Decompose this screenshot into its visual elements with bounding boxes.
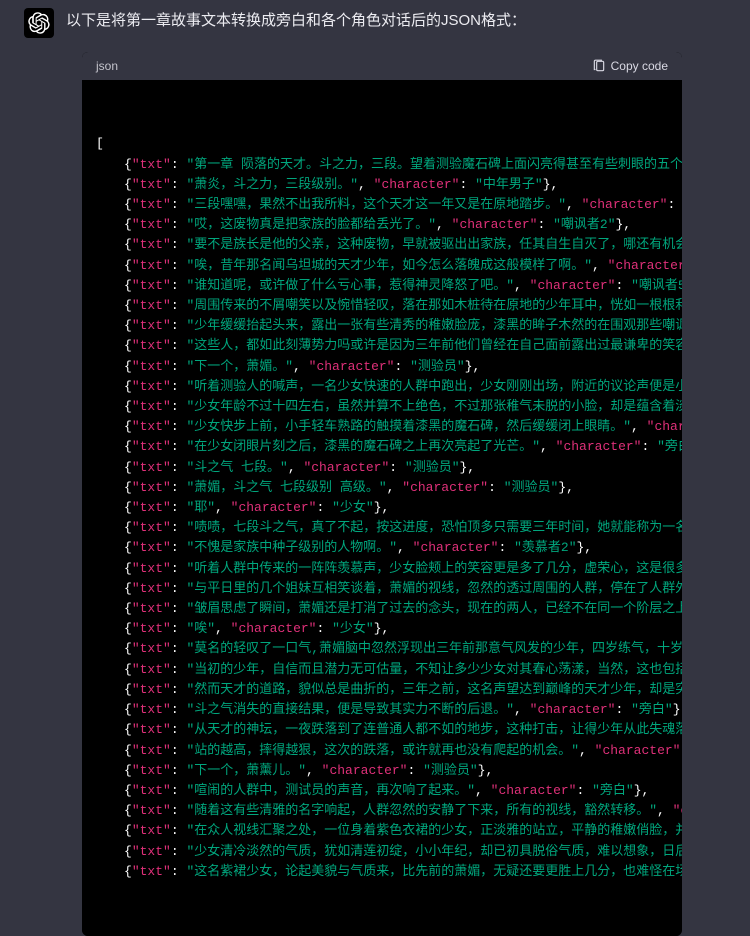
code-language-label: json	[96, 59, 118, 73]
code-block: json Copy code [{"txt": "第一章 陨落的天才。斗之力，三…	[82, 52, 682, 936]
clipboard-icon	[592, 59, 606, 73]
assistant-intro-text: 以下是将第一章故事文本转换成旁白和各个角色对话后的JSON格式：	[66, 6, 526, 38]
code-content: [{"txt": "第一章 陨落的天才。斗之力，三段。望着测验魔石碑上面闪亮得甚…	[82, 80, 682, 936]
openai-icon	[28, 12, 50, 34]
copy-code-button[interactable]: Copy code	[592, 59, 668, 73]
code-header: json Copy code	[82, 52, 682, 80]
assistant-avatar	[24, 8, 54, 38]
copy-code-label: Copy code	[611, 59, 668, 73]
